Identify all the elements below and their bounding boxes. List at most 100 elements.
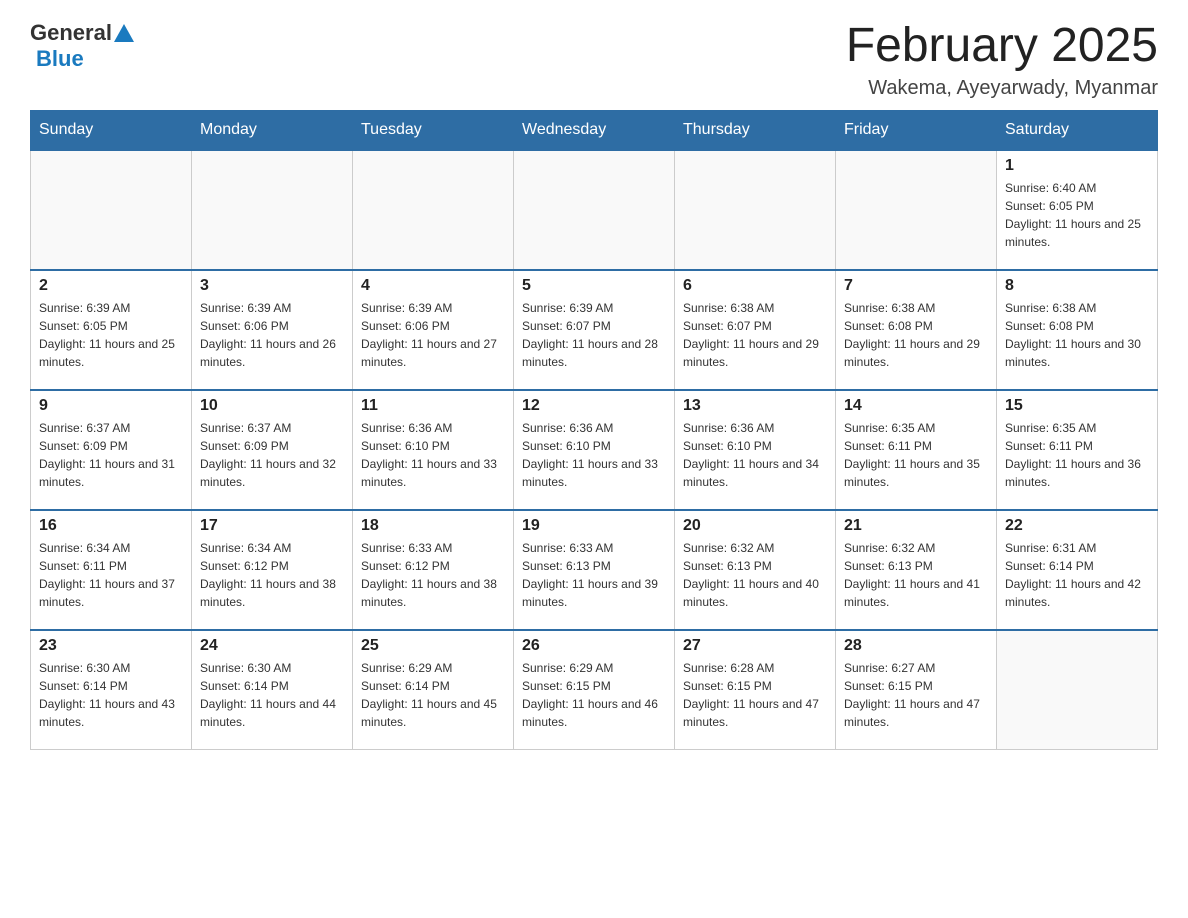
day-number: 3 [200, 277, 344, 295]
week-row-3: 9 Sunrise: 6:37 AM Sunset: 6:09 PM Daylig… [31, 390, 1158, 510]
calendar-cell: 24 Sunrise: 6:30 AM Sunset: 6:14 PM Dayli… [192, 630, 353, 750]
calendar-cell: 8Sunrise: 6:38 AM Sunset: 6:08 PM Daylig… [997, 270, 1158, 390]
day-info: Sunrise: 6:35 AM Sunset: 6:11 PM Dayligh… [844, 419, 988, 491]
calendar-cell: 20 Sunrise: 6:32 AM Sunset: 6:13 PM Dayli… [675, 510, 836, 630]
day-number: 25 [361, 637, 505, 655]
weekday-header-monday: Monday [192, 110, 353, 150]
calendar-cell: 26Sunrise: 6:29 AM Sunset: 6:15 PM Dayli… [514, 630, 675, 750]
day-number: 21 [844, 517, 988, 535]
day-number: 1 [1005, 157, 1149, 175]
day-info: Sunrise: 6:39 AM Sunset: 6:06 PM Dayligh… [361, 299, 505, 371]
calendar-cell: 27 Sunrise: 6:28 AM Sunset: 6:15 PM Dayli… [675, 630, 836, 750]
day-number: 27 [683, 637, 827, 655]
day-info: Sunrise: 6:27 AM Sunset: 6:15 PM Dayligh… [844, 659, 988, 731]
day-number: 7 [844, 277, 988, 295]
day-number: 4 [361, 277, 505, 295]
weekday-header-thursday: Thursday [675, 110, 836, 150]
day-info: Sunrise: 6:36 AM Sunset: 6:10 PM Dayligh… [683, 419, 827, 491]
calendar-cell: 13Sunrise: 6:36 AM Sunset: 6:10 PM Dayli… [675, 390, 836, 510]
day-number: 12 [522, 397, 666, 415]
day-number: 14 [844, 397, 988, 415]
calendar-cell [353, 150, 514, 270]
day-number: 2 [39, 277, 183, 295]
day-info: Sunrise: 6:34 AM Sunset: 6:12 PM Dayligh… [200, 539, 344, 611]
calendar-cell: 2 Sunrise: 6:39 AM Sunset: 6:05 PM Daylig… [31, 270, 192, 390]
day-info: Sunrise: 6:32 AM Sunset: 6:13 PM Dayligh… [683, 539, 827, 611]
calendar-cell: 14 Sunrise: 6:35 AM Sunset: 6:11 PM Dayli… [836, 390, 997, 510]
day-number: 24 [200, 637, 344, 655]
day-number: 28 [844, 637, 988, 655]
week-row-1: 1 Sunrise: 6:40 AM Sunset: 6:05 PM Daylig… [31, 150, 1158, 270]
weekday-header-saturday: Saturday [997, 110, 1158, 150]
day-number: 17 [200, 517, 344, 535]
calendar-cell: 25 Sunrise: 6:29 AM Sunset: 6:14 PM Dayli… [353, 630, 514, 750]
calendar-cell: 15 Sunrise: 6:35 AM Sunset: 6:11 PM Dayli… [997, 390, 1158, 510]
day-number: 16 [39, 517, 183, 535]
day-number: 20 [683, 517, 827, 535]
day-number: 15 [1005, 397, 1149, 415]
day-info: Sunrise: 6:36 AM Sunset: 6:10 PM Dayligh… [522, 419, 666, 491]
day-info: Sunrise: 6:28 AM Sunset: 6:15 PM Dayligh… [683, 659, 827, 731]
day-info: Sunrise: 6:33 AM Sunset: 6:13 PM Dayligh… [522, 539, 666, 611]
day-info: Sunrise: 6:30 AM Sunset: 6:14 PM Dayligh… [200, 659, 344, 731]
day-info: Sunrise: 6:40 AM Sunset: 6:05 PM Dayligh… [1005, 179, 1149, 251]
weekday-header-sunday: Sunday [31, 110, 192, 150]
day-info: Sunrise: 6:32 AM Sunset: 6:13 PM Dayligh… [844, 539, 988, 611]
week-row-5: 23 Sunrise: 6:30 AM Sunset: 6:14 PM Dayli… [31, 630, 1158, 750]
calendar-cell: 19 Sunrise: 6:33 AM Sunset: 6:13 PM Dayli… [514, 510, 675, 630]
day-info: Sunrise: 6:33 AM Sunset: 6:12 PM Dayligh… [361, 539, 505, 611]
day-info: Sunrise: 6:30 AM Sunset: 6:14 PM Dayligh… [39, 659, 183, 731]
day-info: Sunrise: 6:38 AM Sunset: 6:08 PM Dayligh… [844, 299, 988, 371]
calendar-cell: 3 Sunrise: 6:39 AM Sunset: 6:06 PM Daylig… [192, 270, 353, 390]
day-info: Sunrise: 6:35 AM Sunset: 6:11 PM Dayligh… [1005, 419, 1149, 491]
day-number: 11 [361, 397, 505, 415]
calendar-cell: 22 Sunrise: 6:31 AM Sunset: 6:14 PM Dayli… [997, 510, 1158, 630]
calendar-cell: 12 Sunrise: 6:36 AM Sunset: 6:10 PM Dayli… [514, 390, 675, 510]
calendar-cell: 9Sunrise: 6:37 AM Sunset: 6:09 PM Daylig… [31, 390, 192, 510]
calendar-cell: 28 Sunrise: 6:27 AM Sunset: 6:15 PM Dayli… [836, 630, 997, 750]
calendar-cell: 10Sunrise: 6:37 AM Sunset: 6:09 PM Dayli… [192, 390, 353, 510]
day-info: Sunrise: 6:29 AM Sunset: 6:15 PM Dayligh… [522, 659, 666, 731]
calendar-subtitle: Wakema, Ayeyarwady, Myanmar [846, 77, 1158, 100]
day-number: 22 [1005, 517, 1149, 535]
day-info: Sunrise: 6:36 AM Sunset: 6:10 PM Dayligh… [361, 419, 505, 491]
day-number: 6 [683, 277, 827, 295]
weekday-header-friday: Friday [836, 110, 997, 150]
calendar-cell: 18Sunrise: 6:33 AM Sunset: 6:12 PM Dayli… [353, 510, 514, 630]
day-info: Sunrise: 6:39 AM Sunset: 6:07 PM Dayligh… [522, 299, 666, 371]
day-info: Sunrise: 6:38 AM Sunset: 6:07 PM Dayligh… [683, 299, 827, 371]
logo-general-text: General [30, 20, 112, 46]
weekday-header-row: SundayMondayTuesdayWednesdayThursdayFrid… [31, 110, 1158, 150]
calendar-cell: 1 Sunrise: 6:40 AM Sunset: 6:05 PM Daylig… [997, 150, 1158, 270]
calendar-cell: 5Sunrise: 6:39 AM Sunset: 6:07 PM Daylig… [514, 270, 675, 390]
day-info: Sunrise: 6:34 AM Sunset: 6:11 PM Dayligh… [39, 539, 183, 611]
calendar-cell [514, 150, 675, 270]
day-info: Sunrise: 6:29 AM Sunset: 6:14 PM Dayligh… [361, 659, 505, 731]
calendar-cell [675, 150, 836, 270]
calendar-cell: 7 Sunrise: 6:38 AM Sunset: 6:08 PM Daylig… [836, 270, 997, 390]
calendar-cell: 4 Sunrise: 6:39 AM Sunset: 6:06 PM Daylig… [353, 270, 514, 390]
calendar-cell: 21 Sunrise: 6:32 AM Sunset: 6:13 PM Dayli… [836, 510, 997, 630]
day-number: 23 [39, 637, 183, 655]
weekday-header-tuesday: Tuesday [353, 110, 514, 150]
calendar-cell [997, 630, 1158, 750]
calendar-cell: 6 Sunrise: 6:38 AM Sunset: 6:07 PM Daylig… [675, 270, 836, 390]
logo-blue-text: Blue [36, 46, 84, 72]
logo-icon [113, 22, 135, 44]
day-number: 19 [522, 517, 666, 535]
page-header: General Blue February 2025 Wakema, Ayeya… [30, 20, 1158, 100]
title-section: February 2025 Wakema, Ayeyarwady, Myanma… [846, 20, 1158, 100]
calendar-cell: 16 Sunrise: 6:34 AM Sunset: 6:11 PM Dayli… [31, 510, 192, 630]
calendar-table: SundayMondayTuesdayWednesdayThursdayFrid… [30, 110, 1158, 751]
calendar-cell [192, 150, 353, 270]
day-info: Sunrise: 6:31 AM Sunset: 6:14 PM Dayligh… [1005, 539, 1149, 611]
week-row-4: 16 Sunrise: 6:34 AM Sunset: 6:11 PM Dayli… [31, 510, 1158, 630]
calendar-cell: 17 Sunrise: 6:34 AM Sunset: 6:12 PM Dayli… [192, 510, 353, 630]
day-info: Sunrise: 6:38 AM Sunset: 6:08 PM Dayligh… [1005, 299, 1149, 371]
day-number: 9 [39, 397, 183, 415]
calendar-cell [836, 150, 997, 270]
weekday-header-wednesday: Wednesday [514, 110, 675, 150]
day-info: Sunrise: 6:39 AM Sunset: 6:06 PM Dayligh… [200, 299, 344, 371]
day-info: Sunrise: 6:37 AM Sunset: 6:09 PM Dayligh… [200, 419, 344, 491]
day-info: Sunrise: 6:39 AM Sunset: 6:05 PM Dayligh… [39, 299, 183, 371]
